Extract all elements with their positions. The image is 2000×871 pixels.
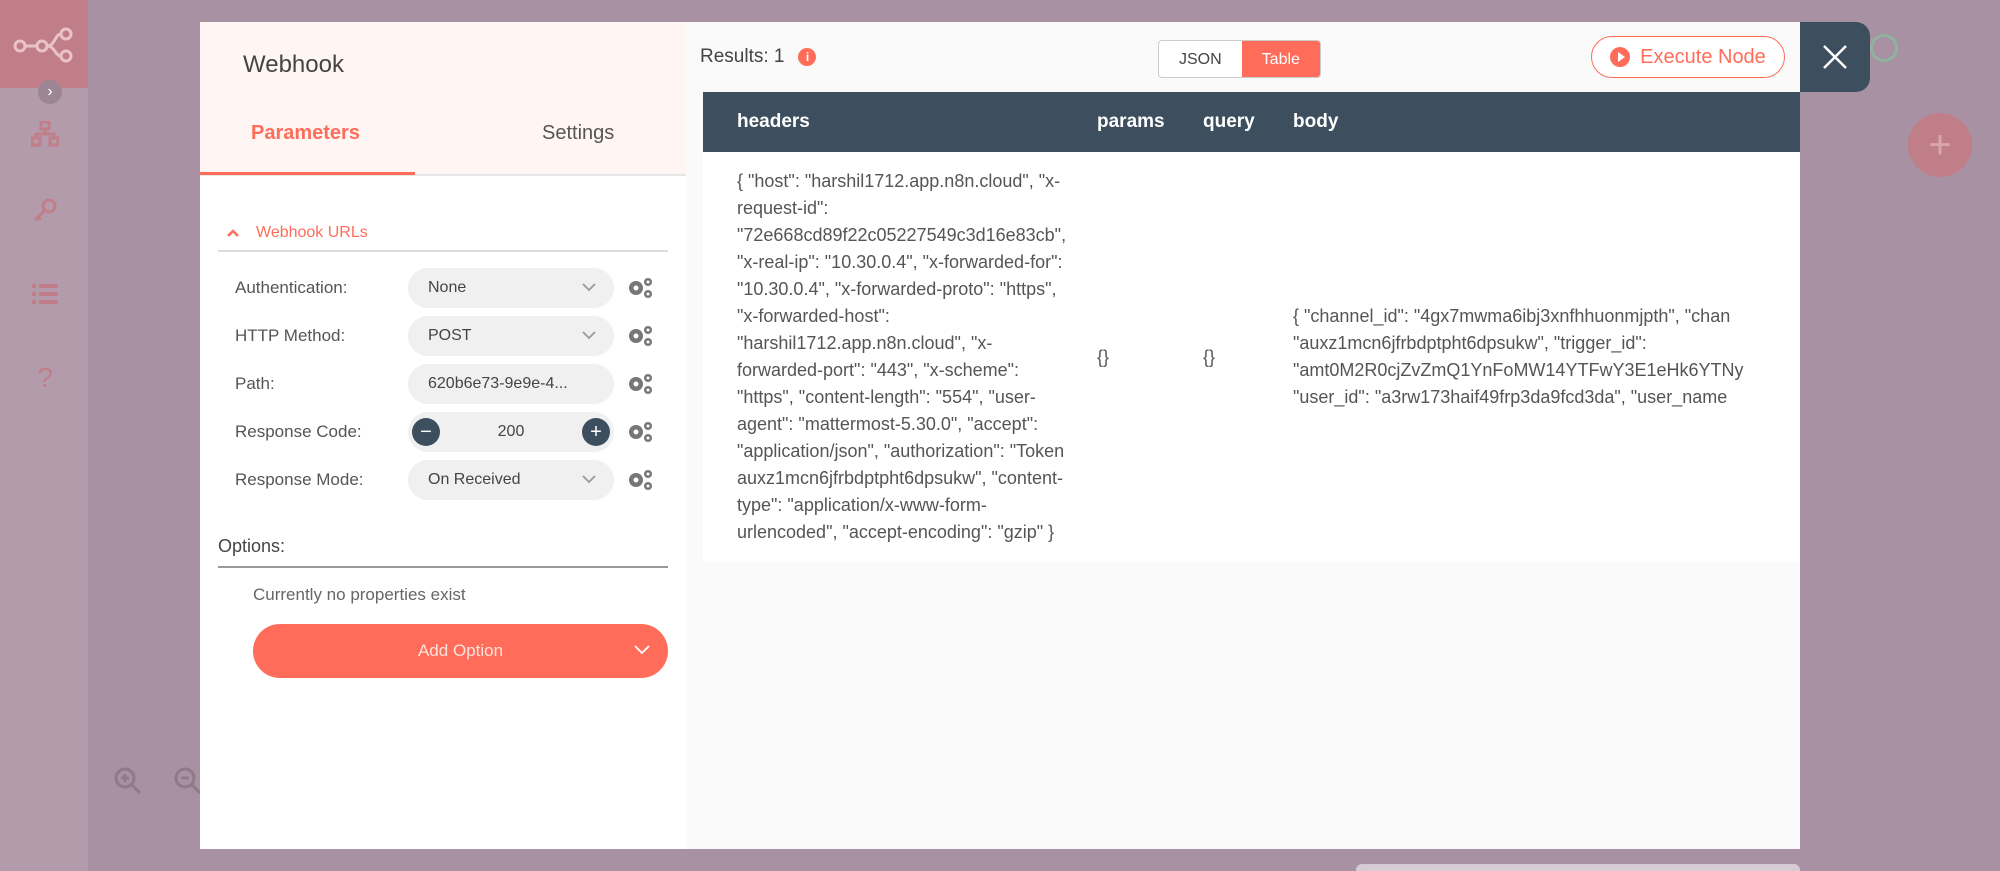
column-header-headers: headers [737,111,810,132]
http-method-row: HTTP Method: POST [235,316,665,356]
cell-params: {} [1097,346,1110,367]
table-header: headers params query body [703,92,1800,152]
list-icon[interactable] [28,277,62,311]
gear-icon[interactable] [626,466,654,494]
play-icon [1610,47,1631,67]
authentication-value: None [428,279,467,296]
expand-chevron-icon[interactable]: › [38,80,62,104]
key-icon[interactable] [28,193,62,227]
http-method-value: POST [428,327,472,344]
cell-headers: { "host": "harshil1712.app.n8n.cloud", "… [737,171,1067,542]
table-row: { "host": "harshil1712.app.n8n.cloud", "… [703,152,1800,562]
node-header: Webhook Parameters Settings [200,22,686,176]
workflow-logo-icon[interactable] [0,0,88,88]
response-code-stepper[interactable]: − 200 + [408,412,614,452]
path-value: 620b6e73-9e9e-4... [428,375,568,392]
gear-icon[interactable] [626,322,654,350]
chevron-down-icon [582,473,596,487]
increment-button[interactable]: + [582,418,610,446]
response-mode-label: Response Mode: [235,470,364,489]
authentication-label: Authentication: [235,278,348,297]
results-count: Results: 1 i [700,46,817,68]
decrement-button[interactable]: − [412,418,440,446]
results-label: Results: 1 [700,46,785,67]
response-mode-select[interactable]: On Received [408,460,614,500]
chevron-up-icon [226,225,246,241]
add-option-label: Add Option [417,641,504,660]
chevron-down-icon [634,642,650,660]
column-header-body: body [1293,111,1339,132]
no-properties-text: Currently no properties exist [253,585,466,604]
json-view-button[interactable]: JSON [1159,41,1242,77]
gear-icon[interactable] [626,370,654,398]
response-code-label: Response Code: [235,422,362,441]
options-heading: Options: [218,532,668,568]
path-input[interactable]: 620b6e73-9e9e-4... [408,364,614,404]
column-header-query: query [1203,111,1255,132]
cell-query: {} [1203,346,1216,367]
authentication-select[interactable]: None [408,268,614,308]
tab-settings[interactable]: Settings [542,122,614,145]
webhook-urls-toggle[interactable]: Webhook URLs [218,216,668,252]
chevron-down-icon [582,329,596,343]
path-label: Path: [235,374,275,393]
bottom-panel-edge [1356,864,1800,871]
cell-body: { "channel_id": "4gx7mwma6ibj3xnfhhuonmj… [1293,306,1744,407]
status-ring-icon [1870,34,1898,62]
column-header-params: params [1097,111,1165,132]
parameters-pane: Webhook Parameters Settings Webhook URLs… [200,22,686,849]
authentication-row: Authentication: None [235,268,665,308]
output-pane: Results: 1 i JSON Table Execute Node hea… [686,22,1800,849]
response-mode-row: Response Mode: On Received [235,460,665,500]
table-view-button[interactable]: Table [1241,41,1320,77]
execute-node-button[interactable]: Execute Node [1591,36,1785,78]
gear-icon[interactable] [626,418,654,446]
node-title: Webhook [243,51,344,78]
network-icon[interactable] [28,117,62,151]
execute-node-label: Execute Node [1640,45,1766,68]
response-mode-value: On Received [428,471,521,488]
results-table: headers params query body { "host": "har… [703,92,1800,562]
http-method-select[interactable]: POST [408,316,614,356]
gear-icon[interactable] [626,274,654,302]
path-row: Path: 620b6e73-9e9e-4... [235,364,665,404]
chevron-down-icon [582,281,596,295]
response-code-value[interactable]: 200 [440,423,582,441]
close-icon [1823,45,1847,69]
active-tab-indicator [200,172,415,175]
info-icon[interactable]: i [798,48,817,66]
view-mode-toggle: JSON Table [1158,40,1321,78]
tab-parameters[interactable]: Parameters [251,122,360,145]
webhook-urls-label: Webhook URLs [256,224,368,241]
node-details-modal: Webhook Parameters Settings Webhook URLs… [200,22,1800,849]
add-option-button[interactable]: Add Option [253,624,668,678]
http-method-label: HTTP Method: [235,326,346,345]
response-code-row: Response Code: − 200 + [235,412,665,452]
help-icon[interactable]: ? [28,361,62,395]
add-node-icon[interactable]: + [1908,113,1972,177]
zoom-in-icon[interactable] [110,763,146,799]
close-button[interactable] [1800,22,1870,92]
